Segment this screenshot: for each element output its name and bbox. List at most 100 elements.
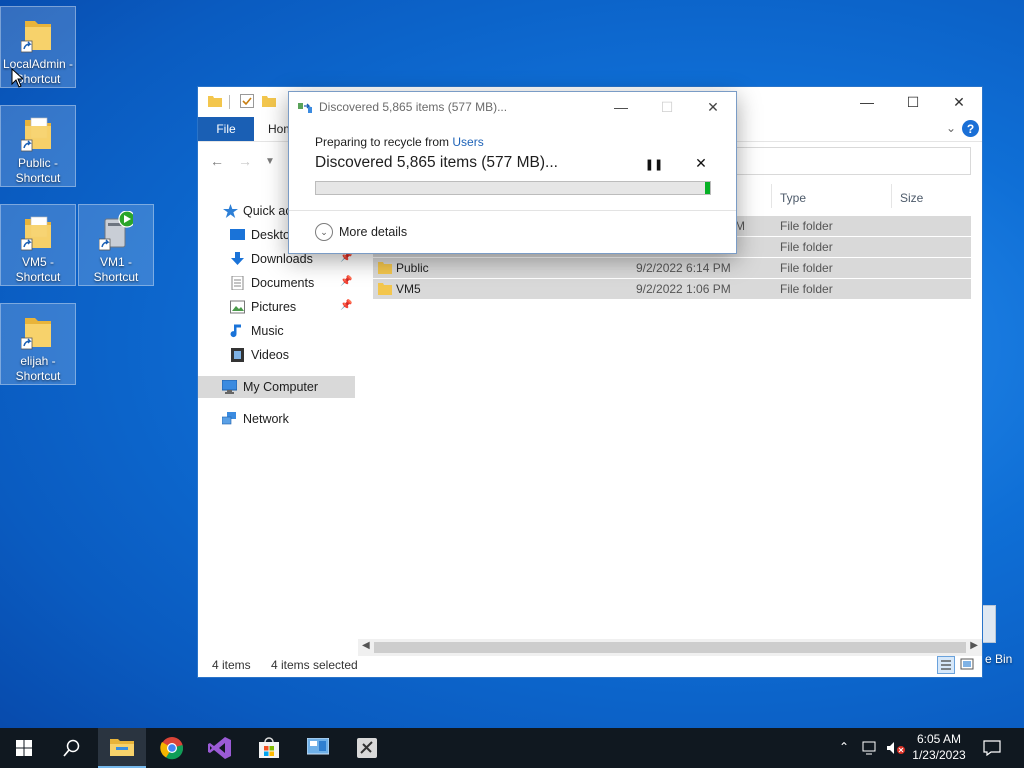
scroll-left-arrow-icon[interactable]: ◀	[362, 640, 370, 651]
virtual-machine-shortcut-icon	[99, 211, 133, 251]
new-folder-icon[interactable]	[262, 94, 276, 108]
taskbar-microsoft-store[interactable]	[245, 728, 293, 768]
cancel-button[interactable]: ✕	[692, 154, 710, 172]
pin-icon[interactable]: 📌	[340, 300, 352, 311]
folder-icon	[208, 96, 222, 107]
desktop-icon-label: Shortcut	[15, 369, 61, 383]
windows-logo-icon	[16, 740, 32, 756]
sidebar-item-label: Pictures	[251, 300, 297, 314]
sidebar-item-my-computer[interactable]: My Computer	[198, 376, 355, 398]
sidebar-item-network[interactable]: Network	[198, 408, 355, 430]
taskbar-remote-desktop[interactable]	[294, 728, 342, 768]
desktop-icon-elijah-shortcut[interactable]: elijah - Shortcut	[0, 303, 76, 385]
tab-file[interactable]: File	[198, 117, 254, 141]
sidebar-item-label: Quick ac	[243, 204, 292, 218]
close-button[interactable]: ✕	[936, 87, 982, 117]
system-clock[interactable]: 6:05 AM 1/23/2023	[908, 731, 970, 763]
row-type: File folder	[780, 282, 833, 296]
pictures-icon	[230, 300, 245, 314]
column-divider	[891, 184, 892, 208]
close-button[interactable]: ✕	[690, 92, 736, 122]
row-name: VM5	[396, 282, 421, 296]
row-date: 9/2/2022 6:14 PM	[636, 261, 731, 275]
desktop-icon-label: Shortcut	[93, 270, 139, 284]
recycle-progress-dialog: Discovered 5,865 items (577 MB)... — ☐ ✕…	[288, 91, 737, 254]
desktop-icon-vm5-shortcut[interactable]: VM5 - Shortcut	[0, 204, 76, 286]
sidebar-item-label: Network	[243, 412, 289, 426]
scroll-right-arrow-icon[interactable]: ▶	[970, 640, 978, 651]
sidebar-item-label: Music	[251, 324, 284, 338]
sidebar-item-label: Videos	[251, 348, 289, 362]
expand-ribbon-chevron-icon[interactable]: ⌄	[946, 121, 956, 135]
sidebar-item-label: Downloads	[251, 252, 313, 266]
sidebar-item-documents[interactable]: Documents 📌	[198, 272, 355, 294]
status-bar: 4 items 4 items selected	[198, 653, 982, 677]
minimize-button[interactable]: —	[844, 87, 890, 117]
properties-checkmark-icon[interactable]	[240, 94, 254, 108]
column-header-type[interactable]: Type	[780, 191, 806, 205]
folder-icon	[378, 262, 392, 274]
taskbar-chrome[interactable]	[148, 728, 196, 768]
file-explorer-icon	[110, 739, 134, 756]
search-input[interactable]	[731, 147, 971, 175]
volume-muted-icon[interactable]	[886, 741, 906, 755]
chrome-icon	[160, 737, 184, 760]
desktop-icon-label: elijah -	[20, 354, 56, 368]
folder-icon	[378, 283, 392, 295]
help-icon[interactable]: ?	[962, 120, 979, 137]
pause-button[interactable]: ❚❚	[645, 155, 663, 173]
progress-fill	[316, 182, 710, 194]
operation-description: Preparing to recycle from Users	[315, 135, 484, 149]
pin-icon[interactable]: 📌	[340, 276, 352, 287]
table-row[interactable]: VM5 9/2/2022 1:06 PM File folder	[373, 279, 971, 299]
taskbar-file-explorer[interactable]	[98, 728, 146, 768]
scrollbar-thumb[interactable]	[374, 642, 966, 653]
sidebar-item-music[interactable]: Music	[198, 320, 355, 342]
clock-date: 1/23/2023	[912, 748, 966, 762]
maximize-button[interactable]: ☐	[890, 87, 936, 117]
desktop-icon-public-shortcut[interactable]: Public - Shortcut	[0, 105, 76, 187]
item-count: 4 items	[212, 658, 251, 672]
table-row[interactable]: Public 9/2/2022 6:14 PM File folder	[373, 258, 971, 278]
back-arrow-icon[interactable]: ←	[210, 153, 224, 169]
minimize-button[interactable]: —	[598, 92, 644, 122]
network-status-icon[interactable]	[862, 741, 880, 755]
desktop-icon-vm1-shortcut[interactable]: VM1 - Shortcut	[78, 204, 154, 286]
sidebar-item-label: Documents	[251, 276, 315, 290]
notifications-icon[interactable]	[983, 740, 1001, 756]
show-hidden-icons-chevron-icon[interactable]: ⌃	[839, 740, 849, 754]
desktop-icon-label: Shortcut	[15, 270, 61, 284]
desktop-icon-label: VM1 -	[99, 255, 132, 269]
folder-document-shortcut-icon	[21, 117, 51, 152]
large-icons-view-icon[interactable]	[959, 656, 977, 674]
folder-shortcut-icon	[21, 21, 51, 53]
progress-heading: Discovered 5,865 items (577 MB)...	[315, 154, 558, 171]
folder-document-shortcut-icon	[21, 216, 51, 251]
store-bag-icon	[259, 737, 279, 758]
forward-arrow-icon[interactable]: →	[238, 153, 252, 169]
details-view-icon[interactable]	[937, 656, 955, 674]
maximize-button: ☐	[660, 98, 674, 115]
download-arrow-icon	[231, 252, 244, 265]
taskbar-visual-studio[interactable]	[196, 728, 244, 768]
sidebar-item-videos[interactable]: Videos	[198, 344, 355, 366]
sidebar-item-pictures[interactable]: Pictures 📌	[198, 296, 355, 318]
source-folder-link[interactable]: Users	[452, 135, 483, 149]
taskbar: ⌃ 6:05 AM 1/23/2023	[0, 728, 1024, 768]
dialog-title-bar: Discovered 5,865 items (577 MB)... — ☐ ✕	[289, 92, 736, 122]
desktop-icon-label: Shortcut	[15, 171, 61, 185]
recycle-bin-icon[interactable]	[982, 605, 996, 643]
recent-locations-chevron-icon[interactable]: ▼	[265, 156, 275, 167]
column-header-size[interactable]: Size	[900, 191, 923, 205]
taskbar-snipping-tool[interactable]	[343, 728, 391, 768]
folder-shortcut-icon	[21, 318, 51, 350]
dialog-divider	[289, 210, 736, 211]
search-button[interactable]	[48, 728, 96, 768]
row-name: Public	[396, 261, 429, 275]
navigation-pane: Quick ac Desktop Downloads 📌 Documents 📌…	[198, 192, 355, 647]
column-divider	[771, 184, 772, 208]
video-film-icon	[231, 348, 244, 362]
start-button[interactable]	[0, 728, 48, 768]
file-operation-icon	[298, 103, 312, 113]
row-type: File folder	[780, 240, 833, 254]
